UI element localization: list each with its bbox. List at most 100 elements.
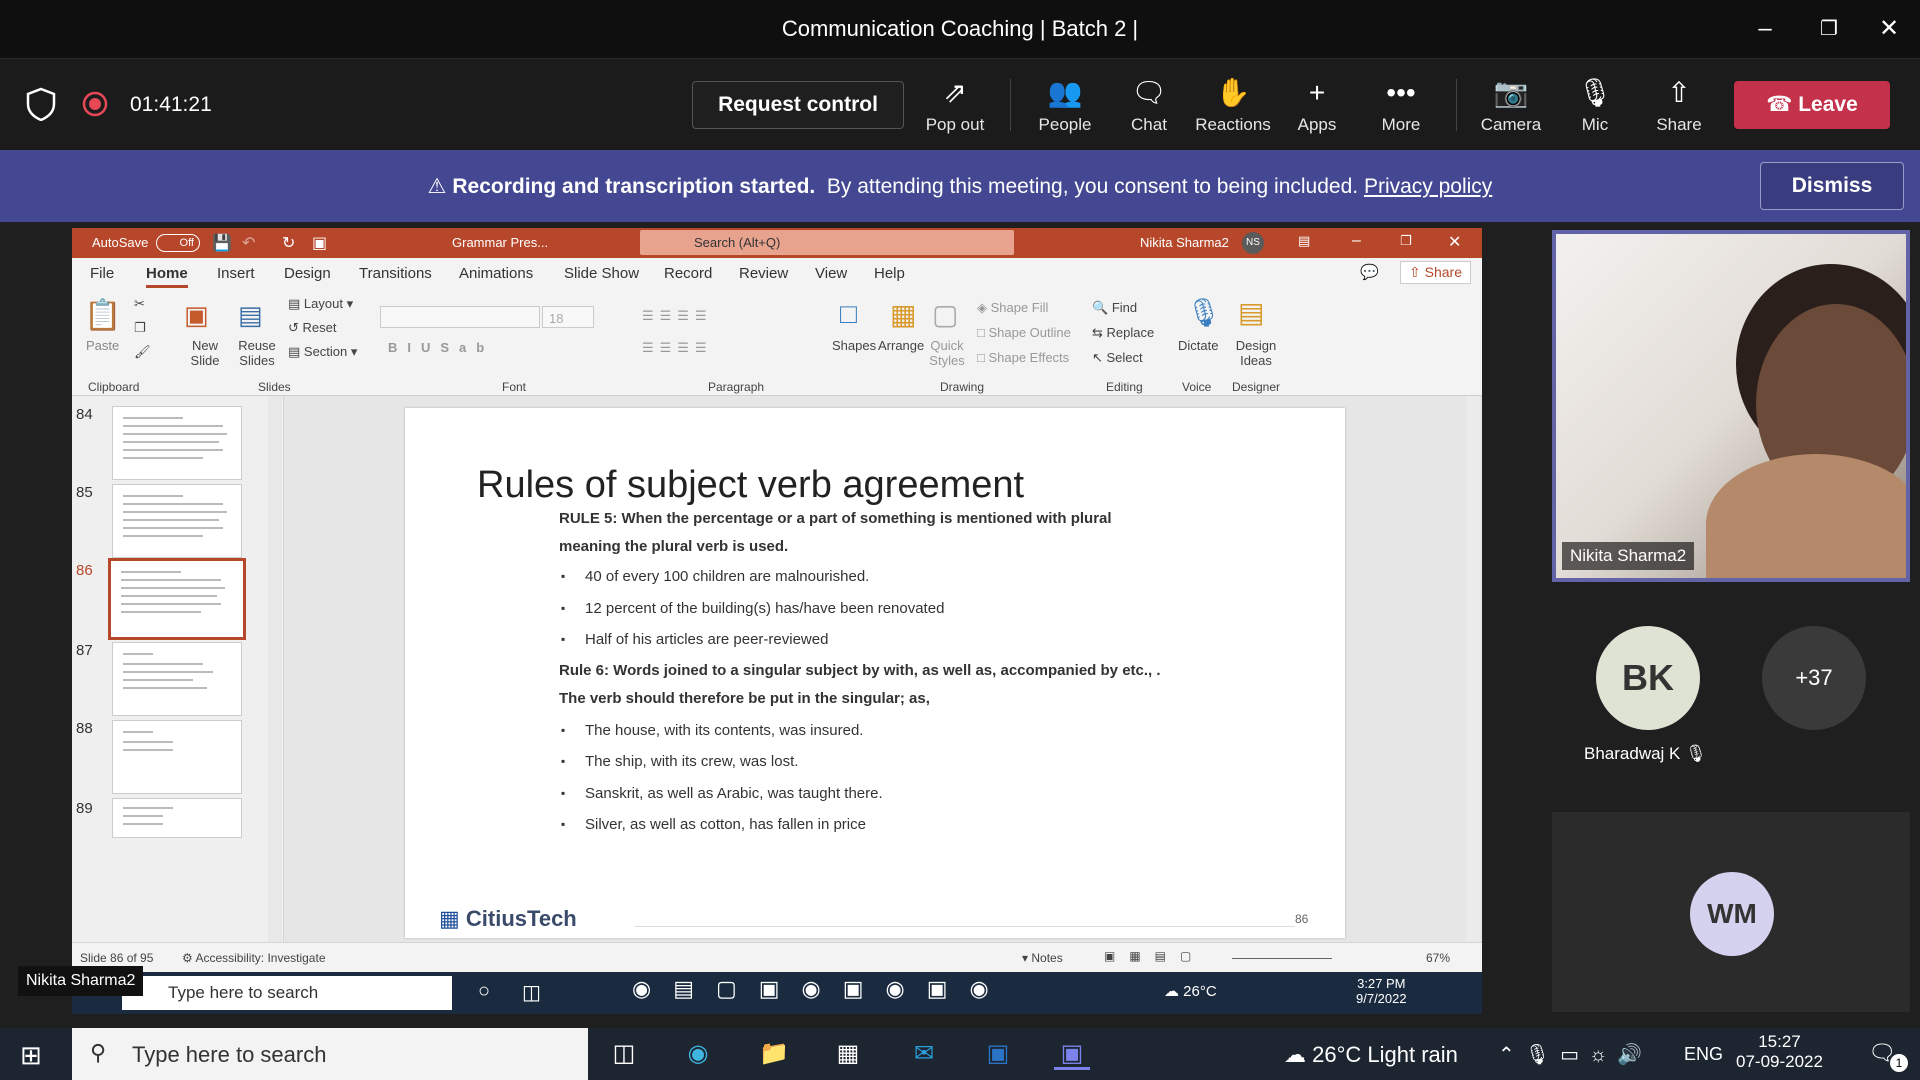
menu-view[interactable]: View — [815, 265, 847, 282]
menu-transitions[interactable]: Transitions — [359, 265, 432, 282]
shapes-label[interactable]: Shapes — [832, 338, 876, 353]
cortana-icon[interactable]: ○ — [478, 980, 490, 1003]
privacy-policy-link[interactable]: Privacy policy — [1364, 175, 1492, 198]
replace-button[interactable]: ⇆ Replace — [1092, 325, 1154, 341]
save-icon[interactable]: 💾 — [212, 233, 232, 253]
shapes-icon[interactable]: □ — [840, 298, 857, 330]
ppt-minimize-icon[interactable]: – — [1352, 232, 1361, 250]
design-ideas-label[interactable]: Design Ideas — [1232, 338, 1280, 368]
leave-button[interactable]: ☎ Leave — [1734, 81, 1890, 129]
dismiss-button[interactable]: Dismiss — [1760, 162, 1904, 210]
quick-styles-label[interactable]: Quick Styles — [924, 338, 970, 368]
autosave-toggle[interactable]: Off — [156, 234, 200, 252]
menu-file[interactable]: File — [90, 265, 114, 282]
close-icon[interactable]: ✕ — [1872, 12, 1906, 46]
system-tray-icons[interactable]: ⌃🎙▭☼🔊 — [1498, 1042, 1652, 1067]
font-size-box[interactable]: 18 — [542, 306, 594, 328]
avatar-bk[interactable]: BK — [1596, 626, 1700, 730]
windows-start-icon[interactable]: ⊞ — [20, 1040, 42, 1071]
apps-button[interactable]: + Apps — [1275, 75, 1359, 135]
ppt-restore-icon[interactable]: ❐ — [1400, 233, 1412, 249]
ppt-search-box[interactable]: Search (Alt+Q) — [640, 230, 1014, 255]
font-name-box[interactable] — [380, 306, 540, 328]
ppt-user-avatar[interactable]: NS — [1242, 232, 1264, 254]
new-slide-label[interactable]: New Slide — [180, 338, 230, 368]
task-view-icon[interactable]: ◫ — [522, 980, 541, 1005]
shape-outline-button[interactable]: □ Shape Outline — [977, 325, 1071, 340]
minimize-icon[interactable]: – — [1748, 12, 1782, 46]
layout-button[interactable]: ▤ Layout ▾ — [288, 296, 353, 312]
outlook-icon[interactable]: ▣ — [980, 1038, 1016, 1070]
menu-design[interactable]: Design — [284, 265, 331, 282]
redo-icon[interactable]: ↻ — [282, 233, 295, 253]
participant-video-tile[interactable]: Nikita Sharma2 — [1552, 230, 1910, 582]
mail-icon[interactable]: ✉ — [906, 1038, 942, 1070]
ribbon-display-icon[interactable]: ▤ — [1298, 233, 1310, 249]
reuse-slides-icon[interactable]: ▤ — [238, 300, 263, 331]
list-icons[interactable]: ☰☰☰☰ — [642, 308, 713, 324]
zoom-slider[interactable] — [1232, 958, 1332, 959]
notes-button[interactable]: ▾ Notes — [1022, 951, 1063, 965]
menu-slide-show[interactable]: Slide Show — [564, 265, 639, 282]
reactions-button[interactable]: ✋ Reactions — [1191, 75, 1275, 135]
more-participants-button[interactable]: +37 — [1762, 626, 1866, 730]
slide-thumbnail-86-selected[interactable] — [108, 558, 246, 640]
menu-home[interactable]: Home — [146, 265, 188, 288]
paste-icon[interactable]: 📋 — [84, 298, 121, 333]
slide-thumbnail-89[interactable] — [112, 798, 242, 838]
mic-button[interactable]: 🎙 Mic — [1553, 75, 1637, 135]
participant-tile-wm[interactable]: WM — [1552, 812, 1910, 1012]
font-format-icons[interactable]: BIUSab — [388, 340, 494, 355]
reuse-slides-label[interactable]: Reuse Slides — [232, 338, 282, 368]
select-button[interactable]: ↖ Select — [1092, 350, 1143, 366]
share-button[interactable]: ⇧ Share — [1637, 75, 1721, 135]
menu-help[interactable]: Help — [874, 265, 905, 282]
inner-search-box[interactable]: Type here to search — [122, 976, 452, 1010]
find-button[interactable]: 🔍 Find — [1092, 300, 1137, 316]
dictate-icon[interactable]: 🎙 — [1186, 296, 1222, 329]
slide-thumbnail-84[interactable] — [112, 406, 242, 480]
edge-icon[interactable]: ◉ — [680, 1038, 716, 1070]
file-name[interactable]: Grammar Pres... — [452, 235, 548, 250]
copy-icon[interactable]: ❐ — [134, 320, 146, 336]
file-explorer-icon[interactable]: 📁 — [756, 1038, 792, 1070]
slide-thumbnail-85[interactable] — [112, 484, 242, 558]
zoom-level[interactable]: 67% — [1426, 951, 1450, 965]
taskbar-search-box[interactable]: ⚲ Type here to search — [72, 1028, 588, 1080]
slide-scrollbar[interactable] — [1466, 396, 1480, 942]
menu-insert[interactable]: Insert — [217, 265, 255, 282]
ppt-share-button[interactable]: ⇧ Share — [1400, 261, 1471, 284]
view-buttons[interactable]: ▣▦▤▢ — [1104, 949, 1205, 963]
align-icons[interactable]: ☰☰☰☰ — [642, 340, 713, 356]
arrange-icon[interactable]: ▦ — [890, 298, 916, 331]
arrange-label[interactable]: Arrange — [878, 338, 924, 353]
format-painter-icon[interactable]: 🖌 — [134, 344, 151, 360]
thumbs-scrollbar[interactable] — [268, 396, 282, 942]
dictate-label[interactable]: Dictate — [1178, 338, 1218, 353]
menu-review[interactable]: Review — [739, 265, 788, 282]
restore-icon[interactable]: ❐ — [1812, 12, 1846, 46]
task-view-icon[interactable]: ◫ — [606, 1038, 642, 1070]
cut-icon[interactable]: ✂ — [134, 296, 145, 312]
shape-effects-button[interactable]: □ Shape Effects — [977, 350, 1069, 365]
new-slide-icon[interactable]: ▣ — [184, 300, 209, 331]
slide-thumbnail-87[interactable] — [112, 642, 242, 716]
ppt-close-icon[interactable]: ✕ — [1448, 232, 1461, 252]
pop-out-button[interactable]: ⇗ Pop out — [913, 75, 997, 135]
shape-fill-button[interactable]: ◈ Shape Fill — [977, 300, 1048, 316]
request-control-button[interactable]: Request control — [692, 81, 904, 129]
camera-button[interactable]: 📷 Camera — [1469, 75, 1553, 135]
accessibility-status[interactable]: ⚙ Accessibility: Investigate — [182, 951, 326, 965]
taskbar-clock[interactable]: 15:27 07-09-2022 — [1736, 1032, 1823, 1072]
section-button[interactable]: ▤ Section ▾ — [288, 344, 357, 360]
language-indicator[interactable]: ENG — [1684, 1044, 1723, 1065]
reset-button[interactable]: ↺ Reset — [288, 320, 336, 336]
menu-animations[interactable]: Animations — [459, 265, 533, 282]
quick-styles-icon[interactable]: ▢ — [932, 298, 958, 331]
teams-icon[interactable]: ▣ — [1054, 1038, 1090, 1070]
slide-thumbnail-88[interactable] — [112, 720, 242, 794]
comments-icon[interactable]: 💬 — [1360, 263, 1379, 281]
people-button[interactable]: 👥 People — [1023, 75, 1107, 135]
more-button[interactable]: ••• More — [1359, 75, 1443, 135]
chat-button[interactable]: 🗨 Chat — [1107, 75, 1191, 135]
